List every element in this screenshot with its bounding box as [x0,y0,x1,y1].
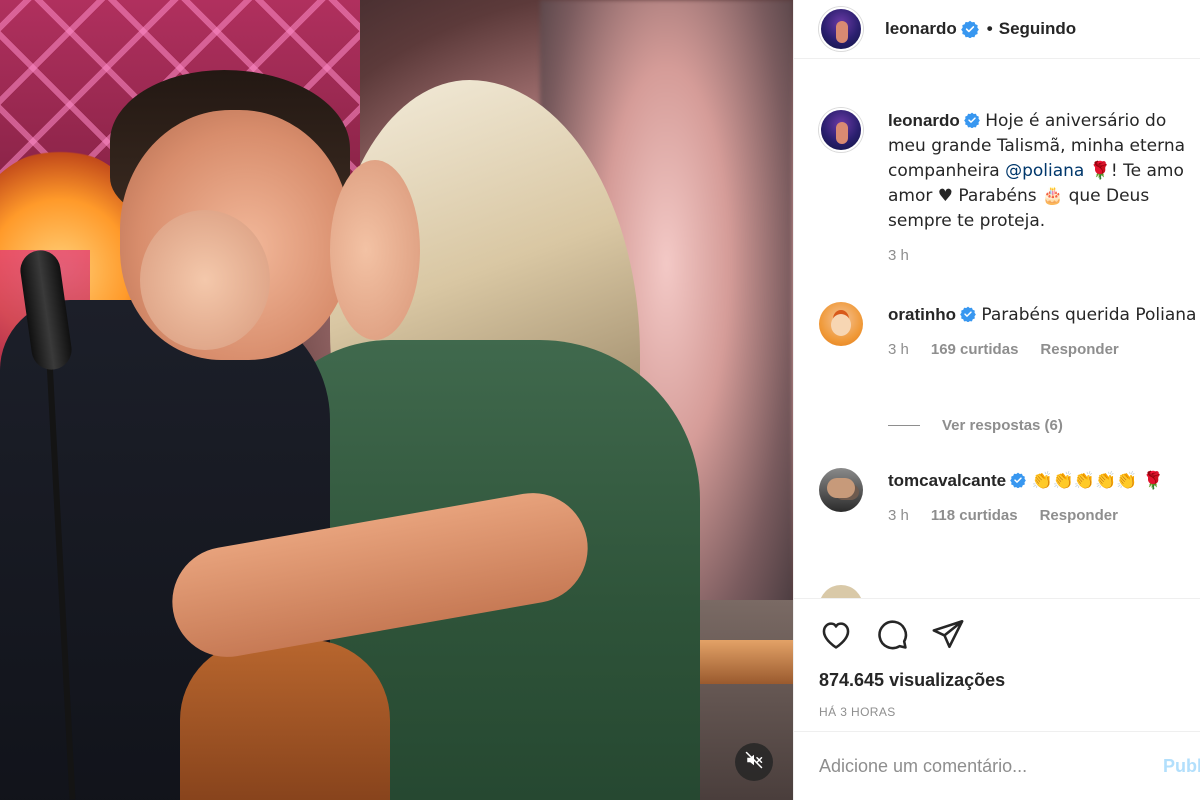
share-icon[interactable] [931,618,965,650]
publish-button[interactable]: Publ [1163,756,1200,777]
comments-list[interactable]: leonardo Hoje é aniversário do meu grand… [794,80,1200,598]
caption-username[interactable]: leonardo [888,111,960,130]
post-side-panel: leonardo • Seguindo leonardo Hoje é aniv… [793,0,1200,800]
header-username[interactable]: leonardo [885,19,957,39]
heart-icon[interactable] [819,618,853,650]
comment-time[interactable]: 3 h [888,341,909,358]
comment-item: tomcavalcante 👏👏👏👏👏 🌹 3 h 118 curtidas R… [819,468,1200,524]
reply-button[interactable]: Responder [1040,341,1118,358]
post-header: leonardo • Seguindo [794,0,1200,59]
muted-speaker-icon [745,751,763,774]
comment-meta: 3 h 169 curtidas Responder [888,341,1200,358]
caption-text: leonardo Hoje é aniversário do meu grand… [888,108,1200,234]
avatar[interactable] [819,7,863,51]
caption-avatar[interactable] [819,108,863,152]
woman-hand [140,210,270,350]
caption-meta: 3 h [888,247,1200,264]
comment-icon[interactable] [875,617,909,651]
commenter-avatar[interactable] [819,302,863,346]
caption-time[interactable]: 3 h [888,247,909,264]
guitar [180,640,390,800]
verified-badge-icon [963,112,980,128]
post-timestamp: HÁ 3 HORAS [819,705,896,719]
reply-button[interactable]: Responder [1040,507,1118,524]
comment-username[interactable]: oratinho [888,305,956,324]
comment-likes[interactable]: 118 curtidas [931,507,1018,524]
follow-status-button[interactable]: Seguindo [999,19,1076,39]
comment-text: oratinho Parabéns querida Poliana [888,302,1200,328]
comment-item [819,585,1200,598]
view-replies-button[interactable]: Ver respostas (6) [888,417,1063,434]
mention-link[interactable]: @poliana [1005,161,1084,181]
action-icons [819,617,1200,651]
verified-badge-icon [960,306,976,322]
comment-input[interactable] [819,755,1149,777]
add-comment-bar: Publ [794,731,1200,800]
post-actions: 874.645 visualizações HÁ 3 HORAS [794,598,1200,719]
comment-username[interactable]: tomcavalcante [888,471,1006,490]
replies-divider [888,425,920,426]
comment-time[interactable]: 3 h [888,507,909,524]
view-count[interactable]: 874.645 visualizações [819,670,1200,691]
post-video[interactable] [0,0,793,800]
comment-likes[interactable]: 169 curtidas [931,341,1019,358]
commenter-avatar[interactable] [819,468,863,512]
caption: leonardo Hoje é aniversário do meu grand… [819,108,1200,264]
mute-button[interactable] [735,743,773,781]
view-replies-label: Ver respostas (6) [942,417,1063,434]
comment-item: oratinho Parabéns querida Poliana 3 h 16… [819,302,1200,358]
comment-body: Parabéns querida Poliana [976,305,1197,325]
verified-badge-icon [1010,472,1026,488]
header-separator: • [986,19,993,38]
woman-face [330,160,420,340]
comment-text: tomcavalcante 👏👏👏👏👏 🌹 [888,468,1200,494]
comment-body: 👏👏👏👏👏 🌹 [1026,471,1164,491]
commenter-avatar[interactable] [819,585,863,598]
verified-badge-icon [960,20,979,38]
comment-meta: 3 h 118 curtidas Responder [888,507,1200,524]
